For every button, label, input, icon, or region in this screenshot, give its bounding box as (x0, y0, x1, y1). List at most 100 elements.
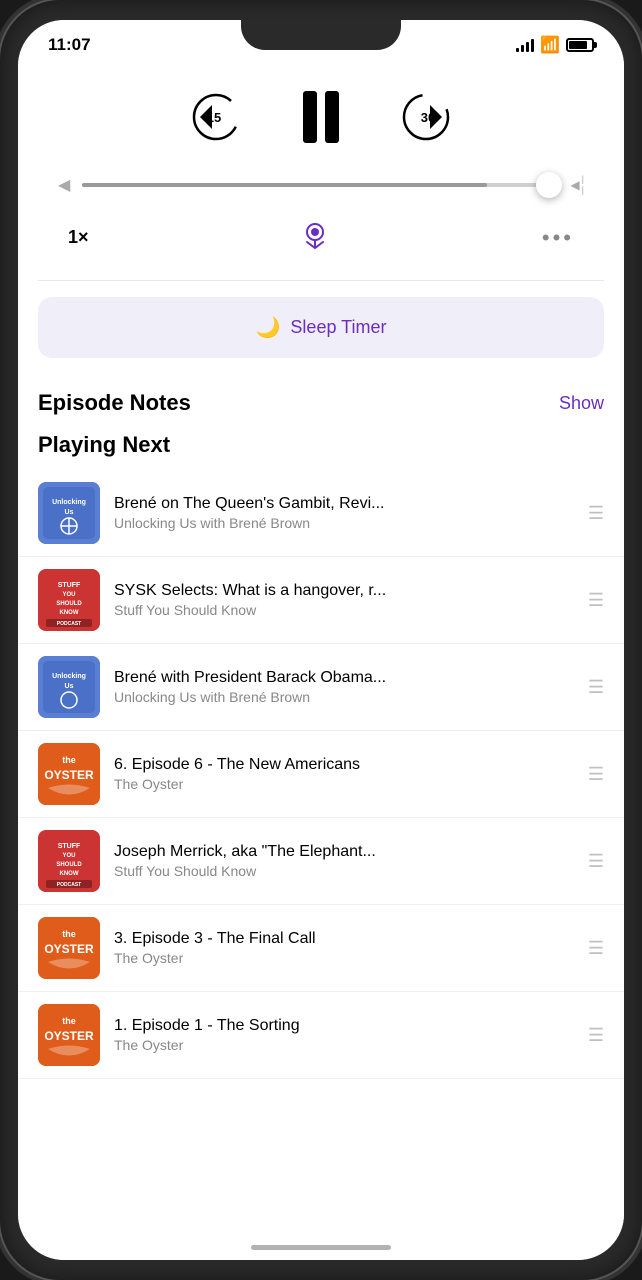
episode-artwork: the OYSTER (38, 1004, 100, 1066)
sysk-art-2-icon: STUFF YOU SHOULD KNOW PODCAST (38, 830, 100, 892)
svg-text:the: the (62, 929, 76, 939)
episode-notes-title: Episode Notes (38, 390, 191, 416)
airplay-icon (299, 220, 331, 252)
moon-icon: 🌙 (256, 315, 281, 340)
episode-title: 6. Episode 6 - The New Americans (114, 756, 574, 774)
svg-text:STUFF: STUFF (58, 582, 81, 589)
episode-title: 1. Episode 1 - The Sorting (114, 1017, 574, 1035)
svg-text:YOU: YOU (62, 853, 75, 859)
svg-text:Unlocking: Unlocking (52, 499, 86, 506)
oyster-art-2-icon: the OYSTER (38, 917, 100, 979)
svg-text:30: 30 (421, 110, 435, 125)
status-time: 11:07 (48, 35, 91, 55)
svg-text:PODCAST: PODCAST (57, 621, 81, 627)
episode-podcast: Stuff You Should Know (114, 863, 574, 879)
pause-button[interactable] (303, 91, 339, 143)
episode-info: Brené with President Barack Obama... Unl… (114, 669, 574, 705)
episode-podcast: Unlocking Us with Brené Brown (114, 689, 574, 705)
list-item: Unlocking Us Brené on The Queen's Gambit… (18, 470, 624, 557)
episode-podcast: The Oyster (114, 776, 574, 792)
episode-info: Joseph Merrick, aka "The Elephant... Stu… (114, 843, 574, 879)
svg-text:Us: Us (65, 509, 74, 516)
drag-handle-icon[interactable]: ☰ (588, 677, 604, 698)
episode-artwork: STUFF YOU SHOULD KNOW PODCAST (38, 830, 100, 892)
phone-frame: 11:07 📶 (0, 0, 642, 1280)
volume-low-icon: ◀ (58, 175, 70, 195)
episode-info: Brené on The Queen's Gambit, Revi... Unl… (114, 495, 574, 531)
sleep-timer-section: 🌙 Sleep Timer (18, 281, 624, 374)
episode-notes-header: Episode Notes Show (18, 374, 624, 424)
battery-icon (566, 38, 594, 52)
list-item: the OYSTER 1. Episode 1 - The Sorting Th… (18, 992, 624, 1079)
episode-podcast: Unlocking Us with Brené Brown (114, 515, 574, 531)
playing-next-header: Playing Next (18, 424, 624, 470)
drag-handle-icon[interactable]: ☰ (588, 590, 604, 611)
drag-handle-icon[interactable]: ☰ (588, 938, 604, 959)
volume-fill (82, 183, 487, 187)
rewind-icon: 15 (190, 91, 242, 143)
episode-artwork: Unlocking Us (38, 482, 100, 544)
playback-options: 1× ••• (58, 220, 584, 255)
episode-title: SYSK Selects: What is a hangover, r... (114, 582, 574, 600)
wifi-icon: 📶 (540, 35, 560, 55)
drag-handle-icon[interactable]: ☰ (588, 1025, 604, 1046)
ellipsis-icon: ••• (542, 225, 574, 250)
more-options-button[interactable]: ••• (542, 225, 574, 251)
episode-podcast: The Oyster (114, 950, 574, 966)
episode-info: 1. Episode 1 - The Sorting The Oyster (114, 1017, 574, 1053)
unlocking-us-art-icon: Unlocking Us (38, 482, 100, 544)
svg-text:KNOW: KNOW (60, 871, 79, 877)
drag-handle-icon[interactable]: ☰ (588, 503, 604, 524)
episode-podcast: The Oyster (114, 1037, 574, 1053)
episode-artwork: the OYSTER (38, 743, 100, 805)
svg-text:YOU: YOU (62, 592, 75, 598)
episode-artwork: STUFF YOU SHOULD KNOW PODCAST (38, 569, 100, 631)
sleep-timer-button[interactable]: 🌙 Sleep Timer (38, 297, 604, 358)
episode-info: 3. Episode 3 - The Final Call The Oyster (114, 930, 574, 966)
svg-text:Unlocking: Unlocking (52, 673, 86, 680)
svg-text:Us: Us (65, 683, 74, 690)
svg-text:PODCAST: PODCAST (57, 882, 81, 888)
volume-thumb[interactable] (536, 172, 562, 198)
svg-text:OYSTER: OYSTER (44, 768, 94, 782)
episode-list: Unlocking Us Brené on The Queen's Gambit… (18, 470, 624, 1079)
drag-handle-icon[interactable]: ☰ (588, 764, 604, 785)
airplay-button[interactable] (299, 220, 331, 255)
status-icons: 📶 (516, 35, 594, 55)
volume-control: ◀ ◀ || (58, 174, 584, 195)
pause-icon (303, 91, 339, 143)
episode-info: 6. Episode 6 - The New Americans The Oys… (114, 756, 574, 792)
signal-bars-icon (516, 38, 534, 52)
svg-text:STUFF: STUFF (58, 843, 81, 850)
episode-artwork: Unlocking Us (38, 656, 100, 718)
rewind-button[interactable]: 15 (189, 90, 243, 144)
forward-icon: 30 (400, 91, 452, 143)
volume-track[interactable] (82, 183, 558, 187)
episode-title: Joseph Merrick, aka "The Elephant... (114, 843, 574, 861)
svg-text:the: the (62, 755, 76, 765)
svg-text:the: the (62, 1016, 76, 1026)
svg-text:OYSTER: OYSTER (44, 942, 94, 956)
svg-text:SHOULD: SHOULD (56, 601, 82, 607)
episode-podcast: Stuff You Should Know (114, 602, 574, 618)
episode-artwork: the OYSTER (38, 917, 100, 979)
oyster-art-3-icon: the OYSTER (38, 1004, 100, 1066)
forward-button[interactable]: 30 (399, 90, 453, 144)
list-item: STUFF YOU SHOULD KNOW PODCAST Joseph Mer… (18, 818, 624, 905)
episode-title: 3. Episode 3 - The Final Call (114, 930, 574, 948)
home-indicator (251, 1245, 391, 1250)
list-item: the OYSTER 6. Episode 6 - The New Americ… (18, 731, 624, 818)
drag-handle-icon[interactable]: ☰ (588, 851, 604, 872)
svg-text:15: 15 (207, 110, 221, 125)
playing-next-title: Playing Next (38, 432, 170, 457)
playback-speed-button[interactable]: 1× (68, 227, 89, 248)
svg-text:KNOW: KNOW (60, 610, 79, 616)
list-item: STUFF YOU SHOULD KNOW PODCAST SYSK Selec… (18, 557, 624, 644)
player-section: 15 30 (18, 70, 624, 280)
list-item: the OYSTER 3. Episode 3 - The Final Call… (18, 905, 624, 992)
phone-screen: 11:07 📶 (18, 20, 624, 1260)
show-notes-button[interactable]: Show (559, 393, 604, 414)
transport-controls: 15 30 (58, 90, 584, 144)
main-content[interactable]: 15 30 (18, 70, 624, 1260)
svg-text:OYSTER: OYSTER (44, 1029, 94, 1043)
